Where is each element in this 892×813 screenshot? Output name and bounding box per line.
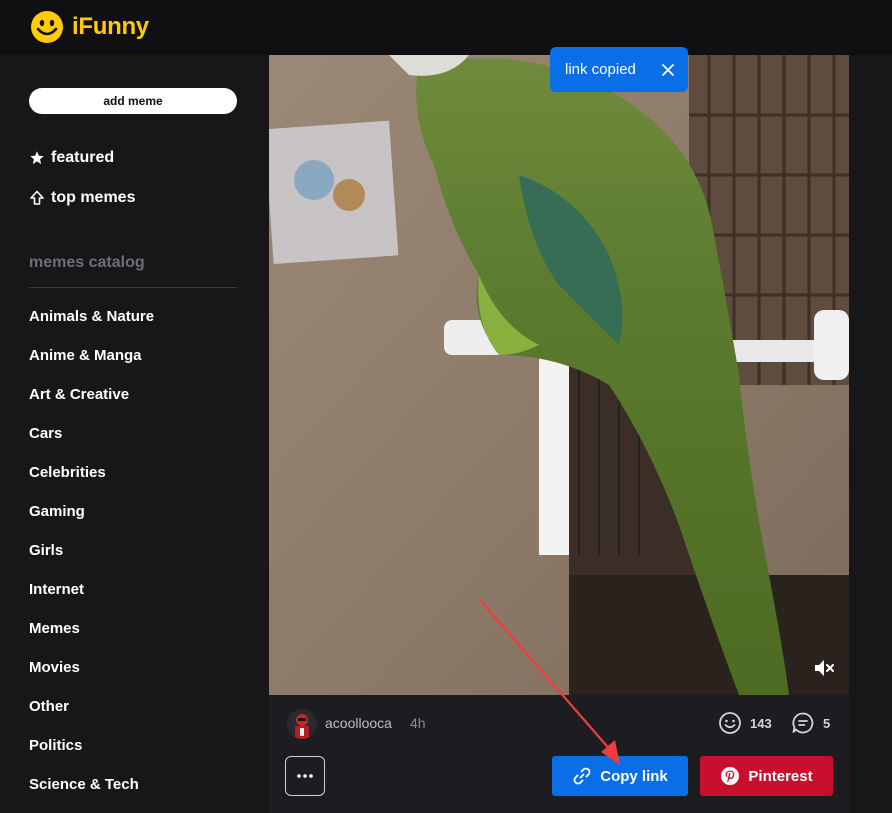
avatar-image bbox=[287, 709, 317, 739]
star-icon bbox=[30, 151, 44, 165]
smile-button[interactable]: 143 bbox=[718, 711, 772, 735]
avatar[interactable] bbox=[287, 709, 317, 739]
add-meme-button[interactable]: add meme bbox=[29, 88, 237, 114]
post-time: 4h bbox=[410, 715, 426, 731]
nav-item-label: top memes bbox=[51, 189, 136, 206]
top-bar: iFunny bbox=[0, 0, 892, 55]
parrot-video-frame bbox=[269, 55, 849, 695]
username[interactable]: acoollooca bbox=[325, 715, 392, 731]
arrow-up-icon bbox=[30, 190, 44, 205]
category-item[interactable]: Movies bbox=[29, 658, 154, 697]
category-item[interactable]: Gaming bbox=[29, 502, 154, 541]
category-item[interactable]: Politics bbox=[29, 736, 154, 775]
copy-link-label: Copy link bbox=[600, 767, 668, 785]
mute-icon[interactable] bbox=[813, 657, 835, 679]
category-item[interactable]: Internet bbox=[29, 580, 154, 619]
sidebar: add meme featured top memes memes catalo… bbox=[0, 55, 268, 813]
category-item[interactable]: Animals & Nature bbox=[29, 307, 154, 346]
ellipsis-icon bbox=[297, 774, 313, 778]
pinterest-icon bbox=[721, 767, 740, 785]
category-list: Animals & Nature Anime & Manga Art & Cre… bbox=[29, 307, 154, 813]
more-options-button[interactable] bbox=[285, 756, 325, 796]
nav-item-label: featured bbox=[51, 149, 115, 166]
category-item[interactable]: Science & Tech bbox=[29, 775, 154, 813]
category-item[interactable]: Other bbox=[29, 697, 154, 736]
copy-link-button[interactable]: Copy link bbox=[552, 756, 688, 796]
pinterest-label: Pinterest bbox=[748, 767, 813, 785]
comments-button[interactable]: 5 bbox=[791, 711, 830, 735]
link-copied-toast: link copied bbox=[550, 47, 688, 92]
nav-item-featured[interactable]: featured bbox=[29, 149, 114, 167]
video-player[interactable] bbox=[269, 55, 849, 695]
category-item[interactable]: Girls bbox=[29, 541, 154, 580]
smile-count: 143 bbox=[750, 715, 772, 731]
category-item[interactable]: Memes bbox=[29, 619, 154, 658]
smiley-logo-icon bbox=[31, 11, 63, 43]
category-item[interactable]: Cars bbox=[29, 424, 154, 463]
pinterest-button[interactable]: Pinterest bbox=[700, 756, 833, 796]
comment-count: 5 bbox=[823, 715, 831, 731]
post-meta: acoollooca 4h 143 5 bbox=[269, 705, 849, 741]
close-icon[interactable] bbox=[659, 61, 677, 79]
logo[interactable]: iFunny bbox=[30, 10, 149, 44]
smile-icon bbox=[719, 712, 741, 734]
catalog-heading: memes catalog bbox=[29, 254, 145, 271]
toast-text: link copied bbox=[565, 61, 636, 78]
comment-icon bbox=[792, 712, 814, 734]
category-item[interactable]: Celebrities bbox=[29, 463, 154, 502]
category-item[interactable]: Anime & Manga bbox=[29, 346, 154, 385]
category-item[interactable]: Art & Creative bbox=[29, 385, 154, 424]
post-card: acoollooca 4h 143 5 Copy link Pinterest bbox=[269, 55, 849, 813]
link-icon bbox=[573, 767, 591, 785]
logo-text: iFunny bbox=[72, 13, 149, 40]
nav-item-top-memes[interactable]: top memes bbox=[29, 189, 135, 207]
divider bbox=[29, 287, 237, 288]
